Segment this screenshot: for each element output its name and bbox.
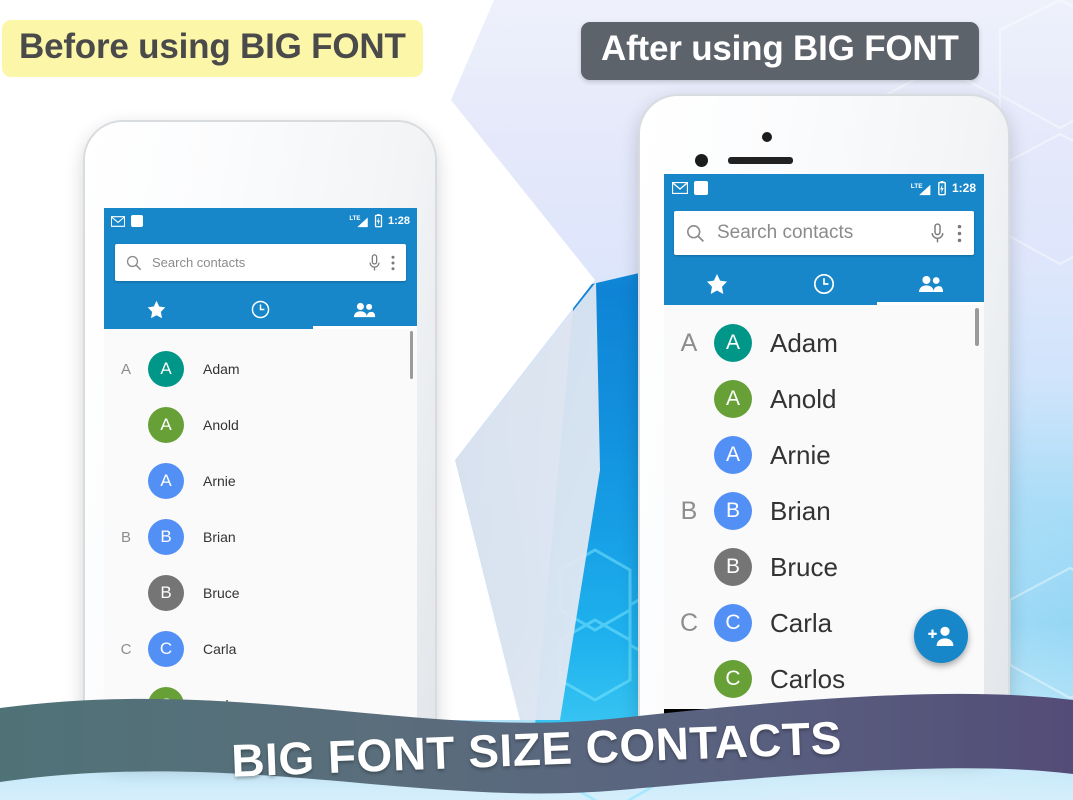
list-item[interactable]: B B Brian (664, 483, 984, 539)
avatar: A (148, 463, 184, 499)
contact-name: Carla (203, 641, 237, 657)
section-header: B (120, 528, 131, 546)
gmail-icon (111, 215, 125, 227)
contact-name: Bruce (203, 585, 240, 601)
proximity-sensor-icon (695, 154, 708, 167)
list-item[interactable]: A Arnie (664, 427, 984, 483)
list-item[interactable]: A A Adam (104, 341, 417, 397)
tab-bar (104, 290, 417, 329)
people-icon (918, 276, 943, 292)
overflow-menu-icon[interactable] (957, 224, 962, 243)
search-input[interactable]: Search contacts (152, 255, 358, 270)
list-item[interactable]: A Anold (104, 397, 417, 453)
contact-name: Adam (770, 327, 838, 358)
list-item[interactable]: A A Adam (664, 315, 984, 371)
search-bar[interactable]: Search contacts (674, 211, 974, 255)
avatar: A (714, 380, 752, 418)
status-time: 1:28 (387, 215, 410, 227)
avatar: C (714, 604, 752, 642)
add-contact-fab[interactable] (914, 609, 968, 663)
avatar: A (714, 324, 752, 362)
tab-recents[interactable] (771, 263, 878, 305)
section-header: C (679, 608, 699, 637)
avatar: A (148, 351, 184, 387)
section-header: A (120, 360, 131, 378)
section-header: A (680, 328, 698, 357)
search-icon (687, 224, 705, 242)
contact-name: Arnie (770, 439, 831, 470)
gmail-icon (672, 182, 688, 194)
tab-contacts[interactable] (313, 290, 417, 329)
list-item[interactable]: B B Brian (104, 509, 417, 565)
microphone-icon[interactable] (368, 253, 381, 272)
avatar: C (148, 631, 184, 667)
section-header: B (680, 496, 698, 525)
earpiece-speaker (728, 157, 793, 164)
clock-icon (813, 273, 835, 295)
status-bar: LTE 1:28 (104, 208, 417, 234)
search-icon (126, 255, 142, 270)
tab-favorites[interactable] (104, 290, 208, 329)
status-bar: LTE 1:28 (664, 174, 984, 202)
screen-after: LTE 1:28 Search contacts A A Adam A Anol… (664, 174, 984, 718)
screen-before: LTE 1:28 Search contacts A A Adam A Anol… (104, 208, 417, 762)
battery-charging-icon (374, 214, 383, 228)
tab-favorites[interactable] (664, 263, 771, 305)
scrollbar-thumb[interactable] (975, 308, 979, 346)
label-before: Before using BIG FONT (2, 20, 423, 77)
contact-name: Brian (203, 529, 236, 545)
lte-signal-icon: LTE (911, 183, 931, 196)
add-person-icon (928, 626, 954, 646)
svg-text:LTE: LTE (349, 215, 360, 222)
phone-after: LTE 1:28 Search contacts A A Adam A Anol… (640, 96, 1008, 756)
search-input[interactable]: Search contacts (717, 222, 918, 244)
avatar: B (148, 575, 184, 611)
contact-name: Adam (203, 361, 240, 377)
star-icon (147, 300, 165, 319)
contact-name: Arnie (203, 473, 236, 489)
search-container: Search contacts (664, 202, 984, 263)
contact-name: Bruce (770, 551, 838, 582)
contact-name: Brian (770, 495, 831, 526)
contact-name: Carla (770, 607, 833, 638)
tab-contacts[interactable] (877, 263, 984, 305)
contact-name: Anold (203, 417, 239, 433)
tab-recents[interactable] (208, 290, 312, 329)
people-icon (354, 302, 376, 317)
star-icon (707, 274, 728, 294)
lte-signal-icon: LTE (349, 215, 368, 228)
status-time: 1:28 (951, 181, 976, 195)
microphone-icon[interactable] (930, 222, 945, 244)
list-item[interactable]: A Arnie (104, 453, 417, 509)
avatar: A (148, 407, 184, 443)
overflow-menu-icon[interactable] (391, 255, 395, 271)
list-item[interactable]: B Bruce (664, 539, 984, 595)
list-item[interactable]: C C Carla (104, 621, 417, 677)
phone-before: LTE 1:28 Search contacts A A Adam A Anol… (85, 122, 435, 762)
contact-name: Anold (770, 383, 837, 414)
white-square-icon (694, 181, 708, 195)
clock-icon (251, 300, 270, 319)
avatar: B (714, 548, 752, 586)
ribbon-banner (0, 690, 1073, 800)
scrollbar-thumb[interactable] (410, 331, 413, 379)
contact-list-after[interactable]: A A Adam A Anold A Arnie B B Brian B Bru… (664, 305, 984, 709)
front-camera-dot (762, 132, 772, 142)
avatar: B (148, 519, 184, 555)
list-item[interactable]: A Anold (664, 371, 984, 427)
tab-bar (664, 263, 984, 305)
avatar: A (714, 436, 752, 474)
svg-text:LTE: LTE (911, 183, 924, 190)
search-bar[interactable]: Search contacts (115, 244, 406, 281)
list-item[interactable]: B Bruce (104, 565, 417, 621)
avatar: B (714, 492, 752, 530)
battery-charging-icon (938, 180, 946, 195)
search-container: Search contacts (104, 234, 417, 290)
section-header: C (120, 640, 132, 658)
promo-graphic: Before using BIG FONT After using BIG FO… (0, 0, 1073, 800)
label-after: After using BIG FONT (581, 22, 979, 80)
white-square-icon (131, 215, 143, 227)
